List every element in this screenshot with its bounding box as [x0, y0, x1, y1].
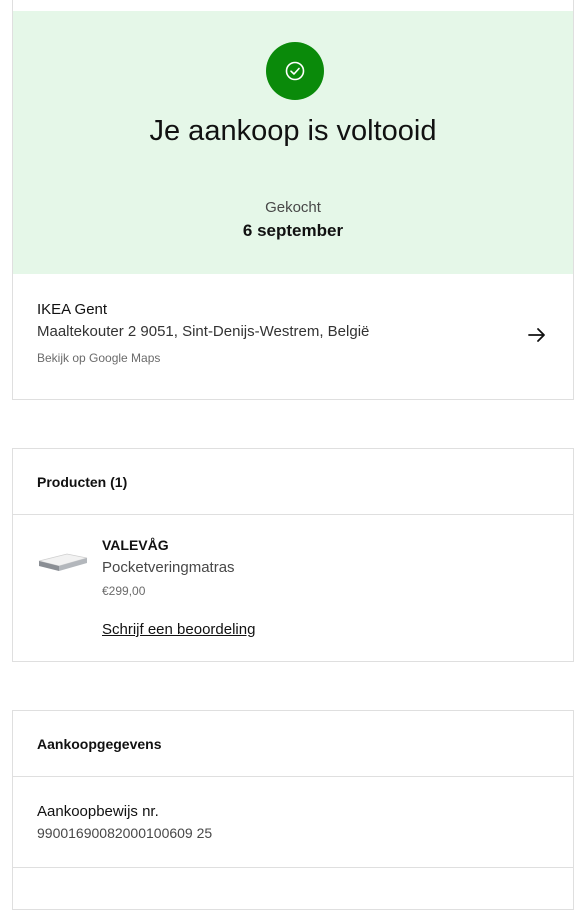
write-review-link[interactable]: Schrijf een beoordeling — [102, 621, 255, 638]
divider — [13, 867, 573, 868]
check-circle-icon — [266, 42, 324, 100]
products-header: Producten (1) — [13, 449, 573, 515]
purchase-details-card: Aankoopgegevens Aankoopbewijs nr. 990016… — [12, 710, 574, 910]
google-maps-link[interactable]: Bekijk op Google Maps — [37, 351, 160, 365]
check-icon — [285, 61, 305, 81]
store-address: Maaltekouter 2 9051, Sint-Denijs-Westrem… — [37, 323, 370, 340]
product-description: Pocketveringmatras — [102, 559, 235, 576]
store-link[interactable]: IKEA Gent Maaltekouter 2 9051, Sint-Deni… — [13, 274, 573, 400]
products-title: Producten (1) — [37, 474, 128, 490]
purchase-details-title: Aankoopgegevens — [37, 736, 162, 752]
mattress-image[interactable] — [37, 548, 89, 574]
bought-label: Gekocht — [265, 199, 321, 216]
store-name: IKEA Gent — [37, 301, 108, 318]
success-banner: Je aankoop is voltooid Gekocht 6 septemb… — [13, 11, 573, 274]
bought-date: 6 september — [242, 221, 344, 240]
purchase-confirmation-card: Je aankoop is voltooid Gekocht 6 septemb… — [12, 0, 574, 400]
page-title: Je aankoop is voltooid — [149, 115, 437, 147]
product-name[interactable]: VALEVÅG — [102, 537, 169, 553]
receipt-label: Aankoopbewijs nr. — [37, 803, 159, 820]
receipt-number: 99001690082000100609 25 — [37, 825, 213, 841]
product-price: €299,00 — [102, 584, 146, 598]
products-card: Producten (1) VALEVÅG Pocketveringmatras… — [12, 448, 574, 662]
purchase-details-header: Aankoopgegevens — [13, 711, 573, 777]
arrow-right-icon[interactable] — [527, 325, 547, 345]
